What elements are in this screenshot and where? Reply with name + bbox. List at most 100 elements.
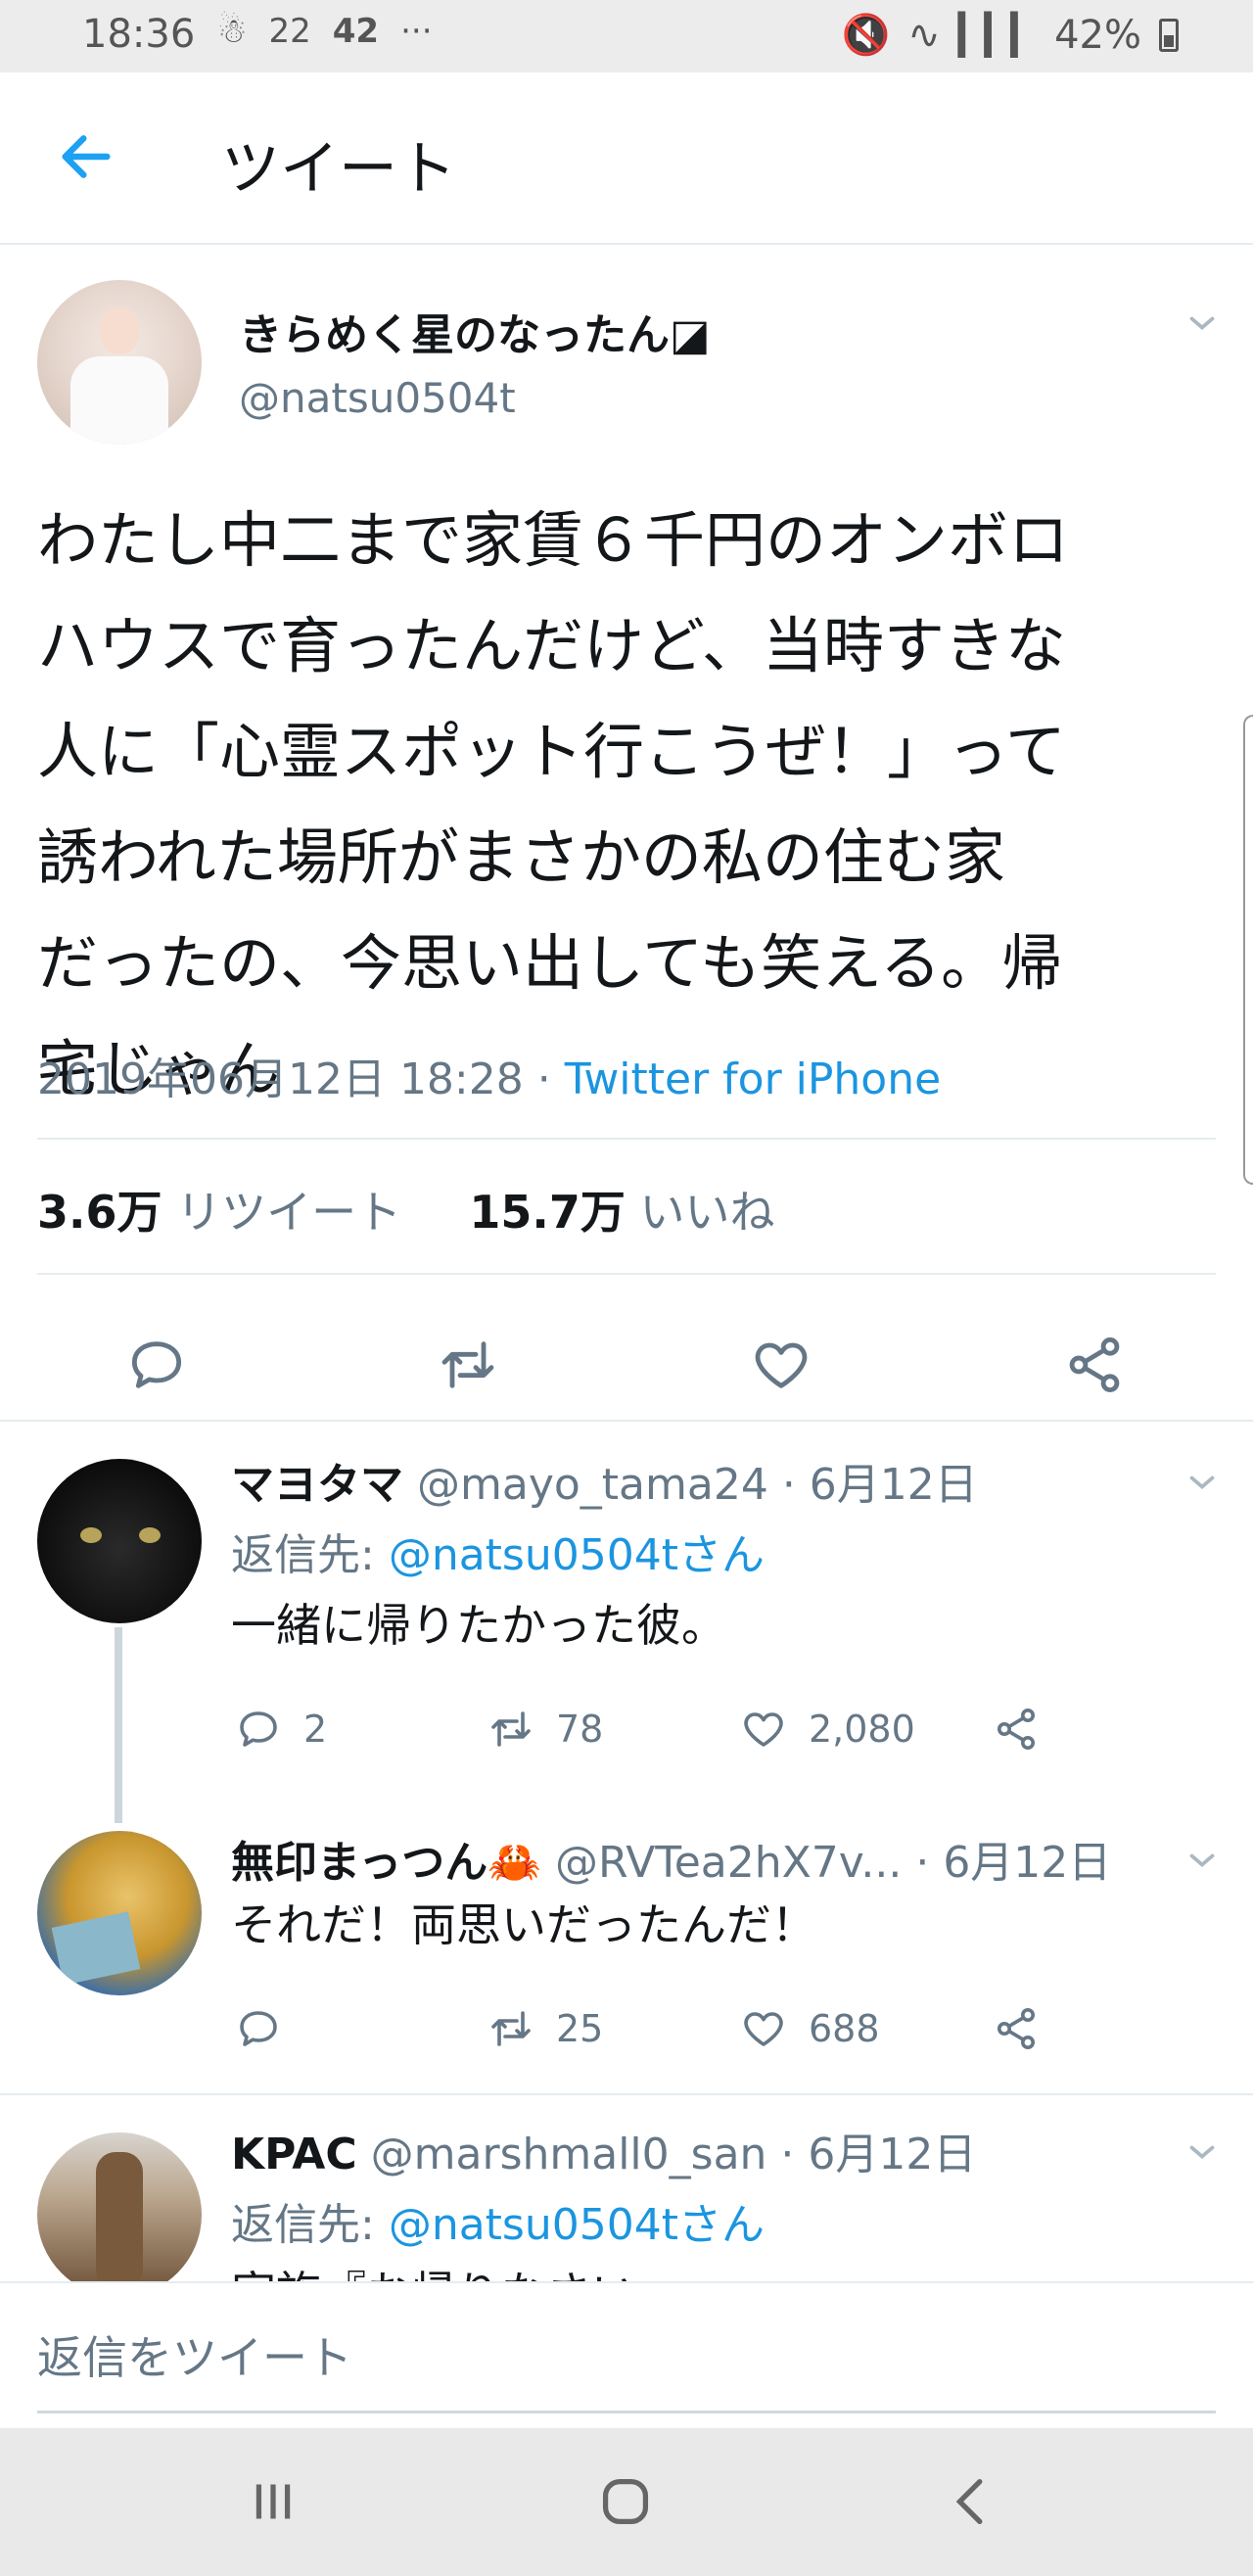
reply-count: 2 bbox=[303, 1708, 328, 1751]
status-left-icons: ☃ 22 42 ··· bbox=[217, 12, 433, 51]
author-name[interactable]: きらめく星のなったん◪ bbox=[239, 300, 711, 362]
home-icon[interactable] bbox=[591, 2467, 660, 2536]
reply-author-handle[interactable]: @RVTea2hX7v... bbox=[555, 1838, 902, 1888]
reply-text: 一緒に帰りたかった彼。 bbox=[231, 1599, 726, 1652]
tweet-meta: 2019年06月12日 18:28 · Twitter for iPhone bbox=[37, 1054, 942, 1104]
scrollbar[interactable] bbox=[1243, 715, 1253, 1185]
share-icon[interactable] bbox=[993, 1706, 1040, 1753]
chevron-down-icon[interactable] bbox=[1184, 1843, 1220, 1878]
retweet-count: 25 bbox=[556, 2007, 604, 2050]
like-count: 688 bbox=[809, 2007, 880, 2050]
reply-header: 無印まっつん🦀 @RVTea2hX7v... · 6月12日 bbox=[231, 1827, 1111, 1890]
reply-actions: 2 78 2,080 bbox=[231, 1706, 1112, 1764]
like-count: 2,080 bbox=[809, 1708, 915, 1751]
like-icon[interactable] bbox=[740, 1706, 787, 1753]
reply-date: · 6月12日 bbox=[780, 2130, 977, 2179]
reply-text: それだ！両思いだったんだ！ bbox=[231, 1898, 816, 1951]
system-nav-bar bbox=[0, 2428, 1253, 2576]
reply-tweet[interactable]: KPAC @marshmall0_san · 6月12日 返信先: @natsu… bbox=[0, 2095, 1253, 2281]
reply-icon[interactable] bbox=[125, 1334, 188, 1396]
tweet-text: わたし中二まで家賃６千円のオンボロ ハウスで育ったんだけど、当時すきな 人に「心… bbox=[37, 488, 1212, 1122]
divider bbox=[37, 1138, 1216, 1140]
notification-icon: ☃ bbox=[217, 12, 248, 51]
like-count[interactable]: 15.7万 bbox=[469, 1186, 626, 1239]
retweet-action[interactable]: 78 bbox=[487, 1706, 603, 1753]
tweet-line: 人に「心霊スポット行こうぜ！」って bbox=[37, 716, 1066, 787]
like-action[interactable]: 688 bbox=[740, 2005, 880, 2052]
like-action[interactable]: 2,080 bbox=[740, 1706, 915, 1753]
reply-author-handle[interactable]: @mayo_tama24 bbox=[417, 1460, 768, 1510]
reply-icon[interactable] bbox=[235, 1706, 282, 1753]
mute-icon: 🔇 bbox=[841, 13, 891, 58]
battery-icon bbox=[1159, 18, 1179, 52]
reply-actions: 25 688 bbox=[231, 2005, 1112, 2064]
back-arrow-icon[interactable] bbox=[55, 125, 117, 188]
tweet-line: ハウスで育ったんだけど、当時すきな bbox=[37, 610, 1066, 681]
avatar[interactable] bbox=[37, 1459, 202, 1623]
tweet-actions bbox=[0, 1312, 1253, 1420]
retweet-icon[interactable] bbox=[487, 1706, 534, 1753]
reply-date: · 6月12日 bbox=[781, 1460, 978, 1510]
like-icon[interactable] bbox=[740, 2005, 787, 2052]
reply-author-name[interactable]: 無印まっつん🦀 bbox=[231, 1838, 541, 1888]
mention-link[interactable]: @natsu0504tさん bbox=[389, 2200, 765, 2250]
divider bbox=[37, 1273, 1216, 1275]
signal-icon: ▎▎▎ bbox=[957, 12, 1041, 58]
chevron-down-icon[interactable] bbox=[1184, 1465, 1220, 1500]
divider bbox=[0, 1420, 1253, 1422]
wifi-icon: ∿ bbox=[907, 12, 941, 58]
retweet-count[interactable]: 3.6万 bbox=[37, 1186, 162, 1239]
retweet-icon[interactable] bbox=[437, 1334, 499, 1396]
reply-header: KPAC @marshmall0_san · 6月12日 bbox=[231, 2119, 976, 2181]
reply-composer[interactable]: 返信をツイート bbox=[0, 2281, 1253, 2428]
reply-text: 家族『お帰りなさい』 bbox=[231, 2258, 681, 2281]
reply-action[interactable]: 2 bbox=[235, 1706, 327, 1753]
more-notifications-icon: ··· bbox=[400, 12, 433, 51]
like-icon[interactable] bbox=[750, 1334, 812, 1396]
reply-header: マヨタマ @mayo_tama24 · 6月12日 bbox=[231, 1449, 978, 1512]
reply-action[interactable] bbox=[235, 2005, 303, 2052]
notification-count-2: 42 bbox=[332, 12, 380, 51]
retweet-icon[interactable] bbox=[487, 2005, 534, 2052]
tweet-stats: 3.6万 リツイート 15.7万 いいね bbox=[37, 1177, 775, 1241]
author-handle[interactable]: @natsu0504t bbox=[239, 374, 516, 422]
avatar[interactable] bbox=[37, 280, 202, 445]
reply-to: 返信先: @natsu0504tさん bbox=[231, 1530, 765, 1580]
avatar[interactable] bbox=[37, 1831, 202, 1995]
reply-input[interactable]: 返信をツイート bbox=[37, 2322, 352, 2387]
share-icon[interactable] bbox=[1063, 1334, 1126, 1396]
status-time: 18:36 bbox=[82, 12, 196, 57]
reply-author-handle[interactable]: @marshmall0_san bbox=[371, 2130, 767, 2179]
page-title: ツイート bbox=[221, 135, 456, 204]
back-icon[interactable] bbox=[940, 2467, 1008, 2536]
retweet-label[interactable]: リツイート bbox=[176, 1186, 401, 1239]
notification-count: 22 bbox=[268, 12, 311, 51]
share-icon[interactable] bbox=[993, 2005, 1040, 2052]
recent-apps-icon[interactable] bbox=[239, 2467, 307, 2536]
input-underline bbox=[37, 2411, 1216, 2413]
reply-author-name[interactable]: KPAC bbox=[231, 2130, 357, 2179]
status-bar: 18:36 ☃ 22 42 ··· 🔇 ∿ ▎▎▎ 42% bbox=[0, 0, 1253, 72]
avatar[interactable] bbox=[37, 2132, 202, 2281]
chevron-down-icon[interactable] bbox=[1184, 305, 1220, 341]
thread-line bbox=[115, 1627, 122, 1823]
tweet-line: わたし中二まで家賃６千円のオンボロ bbox=[37, 504, 1070, 576]
tweet-line: だったの、今思い出しても笑える。帰 bbox=[37, 927, 1063, 999]
like-label[interactable]: いいね bbox=[640, 1186, 775, 1239]
top-header: ツイート bbox=[0, 72, 1253, 245]
mention-link[interactable]: @natsu0504tさん bbox=[389, 1530, 765, 1580]
reply-date: · 6月12日 bbox=[915, 1838, 1112, 1888]
reply-to: 返信先: @natsu0504tさん bbox=[231, 2200, 765, 2250]
reply-icon[interactable] bbox=[235, 2005, 282, 2052]
status-right-icons: 🔇 ∿ ▎▎▎ 42% bbox=[841, 12, 1179, 58]
chevron-down-icon[interactable] bbox=[1184, 2134, 1220, 2170]
share-action[interactable] bbox=[993, 2005, 1040, 2052]
tweet-datetime: 2019年06月12日 18:28 bbox=[37, 1054, 524, 1104]
retweet-action[interactable]: 25 bbox=[487, 2005, 603, 2052]
battery-percent: 42% bbox=[1054, 12, 1141, 58]
tweet-source-link[interactable]: Twitter for iPhone bbox=[565, 1054, 941, 1104]
tweet-line: 誘われた場所がまさかの私の住む家 bbox=[37, 821, 1005, 893]
reply-author-name[interactable]: マヨタマ bbox=[231, 1460, 403, 1510]
share-action[interactable] bbox=[993, 1706, 1040, 1753]
retweet-count: 78 bbox=[556, 1708, 604, 1751]
